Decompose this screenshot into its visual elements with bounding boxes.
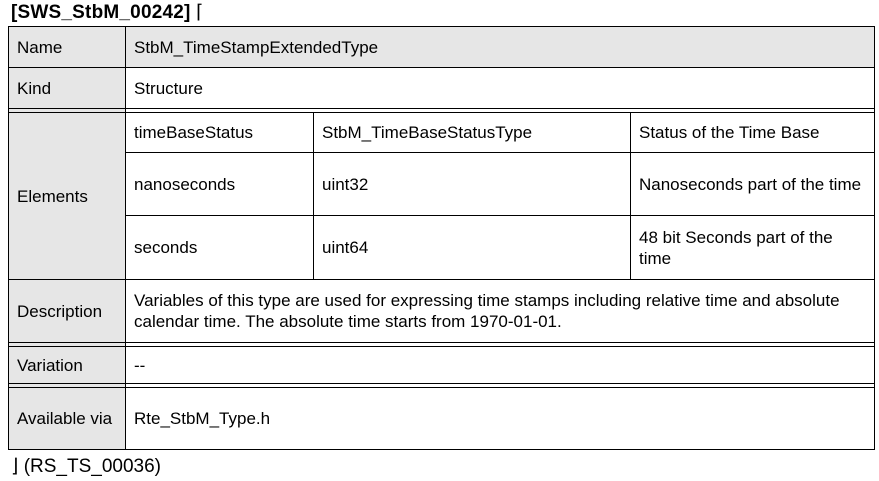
row-description: Description Variables of this type are u… (8, 279, 876, 343)
element-row: Elements timeBaseStatus StbM_TimeBaseSta… (8, 112, 876, 280)
element-row: seconds uint64 48 bit Seconds part of th… (9, 215, 876, 280)
kind-label: Kind (8, 67, 126, 109)
element-description: Nanoseconds part of the time (629, 152, 876, 216)
element-type: uint32 (313, 152, 631, 216)
type-spec-table: Name StbM_TimeStampExtendedType Kind Str… (8, 26, 876, 450)
name-label: Name (8, 26, 126, 68)
available-via-label: Available via (8, 387, 126, 450)
trace-reference: (RS_TS_00036) (23, 456, 161, 477)
name-value: StbM_TimeStampExtendedType (124, 26, 876, 68)
element-type: StbM_TimeBaseStatusType (313, 112, 631, 153)
kind-value: Structure (124, 67, 876, 109)
element-name: seconds (125, 215, 314, 280)
open-bracket: ⌈ (196, 2, 204, 23)
element-row: nanoseconds uint32 Nanoseconds part of t… (9, 152, 876, 216)
element-description: Status of the Time Base (629, 112, 876, 153)
requirement-footer: ⌋ (RS_TS_00036) (11, 455, 161, 479)
element-type: uint64 (313, 215, 631, 280)
close-bracket: ⌋ (11, 456, 19, 477)
variation-value: -- (124, 346, 876, 384)
available-via-value: Rte_StbM_Type.h (124, 387, 876, 450)
requirement-id: [SWS_StbM_00242] ⌈ (11, 0, 204, 26)
element-name: nanoseconds (125, 152, 314, 216)
description-label: Description (8, 279, 126, 343)
variation-label: Variation (8, 346, 126, 384)
elements-label: Elements (8, 112, 126, 280)
row-variation: Variation -- (8, 346, 876, 384)
element-name: timeBaseStatus (125, 112, 314, 153)
row-kind: Kind Structure (8, 67, 876, 109)
requirement-id-text: [SWS_StbM_00242] (11, 2, 191, 23)
row-name: Name StbM_TimeStampExtendedType (8, 26, 876, 68)
description-value: Variables of this type are used for expr… (124, 279, 876, 343)
row-available-via: Available via Rte_StbM_Type.h (8, 387, 876, 450)
element-description: 48 bit Seconds part of the time (629, 215, 876, 280)
